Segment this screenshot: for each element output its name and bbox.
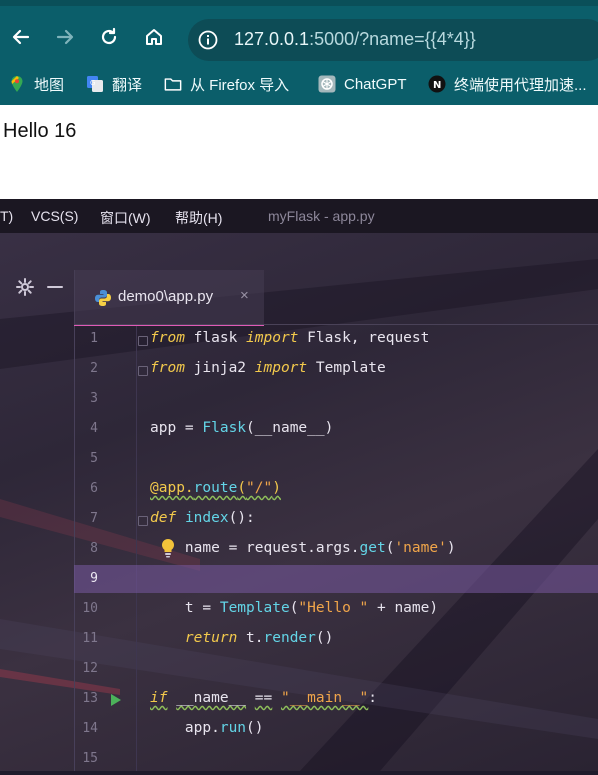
fold-marker[interactable]	[138, 336, 148, 346]
code-line: 4 app = Flask(__name__)	[0, 415, 598, 445]
chatgpt-icon	[318, 75, 336, 93]
line-number: 3	[90, 391, 98, 406]
code-text: app = Flask(__name__)	[150, 420, 334, 436]
line-number: 14	[82, 721, 98, 736]
line-number: 12	[82, 661, 98, 676]
line-number: 10	[82, 601, 98, 616]
code-text: name = request.args.get('name')	[150, 540, 456, 556]
code-text: t = Template("Hello " + name)	[150, 600, 439, 616]
code-line: 2 from jinja2 import Template	[0, 355, 598, 385]
code-text: app.run()	[150, 720, 264, 736]
code-line: 13 if __name__ == "__main__":	[0, 685, 598, 715]
bookmark-label: 地图	[34, 76, 65, 94]
minimize-panel-icon[interactable]	[46, 278, 66, 298]
svg-text:G: G	[90, 79, 95, 87]
project-title: myFlask - app.py	[268, 208, 375, 224]
bookmark-chatgpt[interactable]: ChatGPT	[318, 73, 407, 95]
bookmark-notion[interactable]: N 终端使用代理加速...	[428, 73, 587, 95]
forward-icon[interactable]	[52, 24, 78, 50]
code-line: 5	[0, 445, 598, 475]
code-line: 14 app.run()	[0, 715, 598, 745]
home-icon[interactable]	[141, 24, 167, 50]
line-number: 2	[90, 361, 98, 376]
code-line: 7 def index():	[0, 505, 598, 535]
url-host: 127.0.0.1	[234, 29, 310, 49]
python-file-icon	[94, 289, 112, 307]
code-line: 11 return t.render()	[0, 625, 598, 655]
code-text: def index():	[150, 510, 255, 526]
line-number: 11	[82, 631, 98, 646]
line-number: 6	[90, 481, 98, 496]
code-line: 9	[0, 565, 598, 595]
folder-icon	[164, 75, 182, 93]
url-path: :5000/?name={{4*4}}	[309, 29, 476, 49]
gear-icon[interactable]	[16, 278, 36, 298]
line-number: 7	[90, 511, 98, 526]
bookmarks-bar: 地图 G 翻译 从 Firefox 导入 ChatGPT N 终端使用代理加速.…	[0, 63, 598, 105]
lightbulb-icon[interactable]	[160, 538, 176, 558]
site-info-icon[interactable]	[198, 30, 218, 50]
code-text: if __name__ == "__main__":	[150, 690, 378, 706]
browser-toolbar: 127.0.0.1:5000/?name={{4*4}}	[0, 0, 598, 63]
bookmark-label: 终端使用代理加速...	[454, 76, 587, 94]
bookmark-maps[interactable]: 地图	[8, 73, 64, 95]
bookmark-translate[interactable]: G 翻译	[86, 73, 142, 95]
translate-icon: G	[86, 75, 104, 93]
bookmark-folder-firefox[interactable]: 从 Firefox 导入	[164, 73, 289, 95]
code-text: return t.render()	[184, 630, 334, 646]
menu-vcs[interactable]: VCS(S)	[31, 208, 78, 224]
code-text: @app.route("/")	[150, 480, 281, 496]
code-line: 10 t = Template("Hello " + name)	[0, 595, 598, 625]
reload-icon[interactable]	[96, 24, 122, 50]
run-gutter-icon[interactable]	[110, 693, 122, 707]
menu-help[interactable]: 帮助(H)	[175, 208, 222, 228]
notion-icon: N	[428, 75, 446, 93]
menu-tools[interactable]: T)	[0, 208, 13, 224]
code-line: 6 @app.route("/")	[0, 475, 598, 505]
code-line: 3	[0, 385, 598, 415]
code-line: 8 name = request.args.get('name')	[0, 535, 598, 565]
web-page-content: Hello 16	[0, 105, 598, 200]
bookmark-label: 从 Firefox 导入	[190, 76, 290, 94]
editor-tab-app-py[interactable]: demo0\app.py ×	[74, 270, 264, 326]
line-number: 5	[90, 451, 98, 466]
menu-window[interactable]: 窗口(W)	[100, 208, 151, 228]
url-text: 127.0.0.1:5000/?name={{4*4}}	[234, 29, 476, 50]
line-number: 13	[82, 691, 98, 706]
fold-marker[interactable]	[138, 516, 148, 526]
line-number: 4	[90, 421, 98, 436]
code-text: from flask import Flask, request	[150, 330, 430, 346]
svg-text:N: N	[433, 80, 441, 91]
line-number: 15	[82, 751, 98, 766]
tab-label: demo0\app.py	[118, 288, 214, 305]
back-icon[interactable]	[8, 24, 34, 50]
code-text: from jinja2 import Template	[150, 360, 386, 376]
address-bar[interactable]: 127.0.0.1:5000/?name={{4*4}}	[188, 19, 598, 61]
ide-menubar: T) VCS(S) 窗口(W) 帮助(H) myFlask - app.py	[0, 199, 598, 233]
line-number: 9	[90, 571, 98, 586]
bookmark-label: 翻译	[112, 76, 143, 94]
code-line: 12	[0, 655, 598, 685]
line-number: 8	[90, 541, 98, 556]
maps-icon	[8, 75, 26, 93]
line-number: 1	[90, 331, 98, 346]
page-output-text: Hello 16	[3, 120, 77, 142]
bookmark-label: ChatGPT	[344, 75, 407, 93]
tab-close-icon[interactable]: ×	[240, 287, 249, 304]
code-line: 1 from flask import Flask, request	[0, 325, 598, 355]
fold-marker[interactable]	[138, 366, 148, 376]
